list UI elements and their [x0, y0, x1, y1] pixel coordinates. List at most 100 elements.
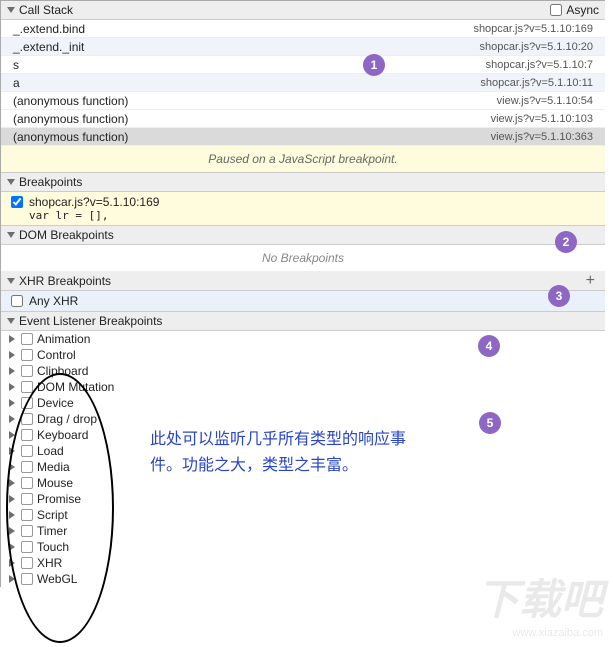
breakpoints-header[interactable]: Breakpoints	[1, 173, 605, 192]
event-category[interactable]: Drag / drop	[1, 411, 605, 427]
event-category-label: Media	[37, 460, 70, 474]
event-breakpoints-header[interactable]: Event Listener Breakpoints	[1, 312, 605, 331]
frame-function: _.extend._init	[13, 40, 480, 54]
event-category-checkbox[interactable]	[21, 397, 33, 409]
chevron-right-icon	[9, 543, 15, 551]
event-breakpoints-title: Event Listener Breakpoints	[19, 314, 599, 328]
event-category-label: Control	[37, 348, 76, 362]
event-category-label: XHR	[37, 556, 62, 570]
annotation-badge-2: 2	[555, 231, 577, 253]
event-category-checkbox[interactable]	[21, 349, 33, 361]
watermark-url: www.xiazaiba.com	[477, 627, 603, 639]
async-checkbox[interactable]	[550, 4, 562, 16]
frame-function: _.extend.bind	[13, 22, 473, 36]
callstack-header[interactable]: Call Stack Async	[1, 1, 605, 20]
chevron-right-icon	[9, 367, 15, 375]
callstack-frame[interactable]: _.extend._initshopcar.js?v=5.1.10:20	[1, 38, 605, 56]
chevron-down-icon	[7, 318, 15, 324]
event-category-checkbox[interactable]	[21, 541, 33, 553]
add-xhr-breakpoint-button[interactable]: +	[582, 272, 599, 290]
callstack-frame[interactable]: (anonymous function)view.js?v=5.1.10:54	[1, 92, 605, 110]
callstack-frame[interactable]: sshopcar.js?v=5.1.10:7	[1, 56, 605, 74]
annotation-badge-4: 4	[478, 335, 500, 357]
any-xhr-row[interactable]: Any XHR	[1, 291, 605, 312]
event-category-checkbox[interactable]	[21, 461, 33, 473]
event-category[interactable]: XHR	[1, 555, 605, 571]
event-category-checkbox[interactable]	[21, 413, 33, 425]
xhr-breakpoints-header[interactable]: XHR Breakpoints +	[1, 272, 605, 291]
event-category[interactable]: Clipboard	[1, 363, 605, 379]
callstack-frame[interactable]: (anonymous function)view.js?v=5.1.10:363	[1, 128, 605, 146]
event-category[interactable]: Control	[1, 347, 605, 363]
event-category-checkbox[interactable]	[21, 445, 33, 457]
frame-location: shopcar.js?v=5.1.10:7	[486, 59, 593, 71]
event-category-checkbox[interactable]	[21, 493, 33, 505]
callstack-frame[interactable]: _.extend.bindshopcar.js?v=5.1.10:169	[1, 20, 605, 38]
chevron-right-icon	[9, 335, 15, 343]
frame-function: s	[13, 58, 486, 72]
async-label: Async	[566, 3, 599, 17]
event-category-label: Timer	[37, 524, 67, 538]
frame-function: (anonymous function)	[13, 130, 491, 144]
chevron-down-icon	[7, 179, 15, 185]
event-category[interactable]: WebGL	[1, 571, 605, 587]
callstack-title: Call Stack	[19, 3, 546, 17]
event-category-label: Keyboard	[37, 428, 88, 442]
event-category-checkbox[interactable]	[21, 477, 33, 489]
chevron-down-icon	[7, 232, 15, 238]
event-category[interactable]: Timer	[1, 523, 605, 539]
callstack-frame[interactable]: ashopcar.js?v=5.1.10:11	[1, 74, 605, 92]
event-category-label: Touch	[37, 540, 69, 554]
event-category[interactable]: Script	[1, 507, 605, 523]
chevron-down-icon	[7, 278, 15, 284]
annotation-badge-5: 5	[479, 412, 501, 434]
event-category[interactable]: Touch	[1, 539, 605, 555]
chevron-down-icon	[7, 7, 15, 13]
breakpoint-checkbox[interactable]	[11, 196, 23, 208]
event-category-checkbox[interactable]	[21, 381, 33, 393]
event-category-checkbox[interactable]	[21, 333, 33, 345]
event-category-checkbox[interactable]	[21, 525, 33, 537]
chevron-right-icon	[9, 351, 15, 359]
callstack-frame[interactable]: (anonymous function)view.js?v=5.1.10:103	[1, 110, 605, 128]
chevron-right-icon	[9, 431, 15, 439]
chevron-right-icon	[9, 511, 15, 519]
event-category-checkbox[interactable]	[21, 573, 33, 585]
event-category-label: Device	[37, 396, 74, 410]
event-category-label: Promise	[37, 492, 81, 506]
chevron-right-icon	[9, 415, 15, 423]
dom-breakpoints-header[interactable]: DOM Breakpoints	[1, 226, 605, 245]
frame-location: shopcar.js?v=5.1.10:11	[480, 77, 593, 89]
frame-function: (anonymous function)	[13, 112, 491, 126]
event-category-checkbox[interactable]	[21, 429, 33, 441]
annotation-badge-3: 3	[548, 285, 570, 307]
event-category[interactable]: Animation	[1, 331, 605, 347]
event-category-checkbox[interactable]	[21, 509, 33, 521]
annotation-text: 此处可以监听几乎所有类型的响应事件。功能之大，类型之丰富。	[150, 427, 410, 478]
async-toggle[interactable]: Async	[550, 3, 599, 17]
any-xhr-checkbox[interactable]	[11, 295, 23, 307]
chevron-right-icon	[9, 383, 15, 391]
frame-location: view.js?v=5.1.10:103	[491, 113, 593, 125]
chevron-right-icon	[9, 495, 15, 503]
chevron-right-icon	[9, 447, 15, 455]
event-category[interactable]: Promise	[1, 491, 605, 507]
breakpoints-title: Breakpoints	[19, 175, 599, 189]
event-category[interactable]: DOM Mutation	[1, 379, 605, 395]
paused-message: Paused on a JavaScript breakpoint.	[1, 146, 605, 173]
event-category[interactable]: Device	[1, 395, 605, 411]
breakpoint-item[interactable]: shopcar.js?v=5.1.10:169 var lr = [],	[1, 192, 605, 226]
event-category-label: Clipboard	[37, 364, 88, 378]
chevron-right-icon	[9, 527, 15, 535]
breakpoint-label: shopcar.js?v=5.1.10:169	[29, 195, 159, 209]
event-category-label: Script	[37, 508, 68, 522]
frame-location: view.js?v=5.1.10:54	[497, 95, 593, 107]
chevron-right-icon	[9, 479, 15, 487]
breakpoint-code: var lr = [],	[11, 209, 595, 222]
chevron-right-icon	[9, 463, 15, 471]
event-category-checkbox[interactable]	[21, 557, 33, 569]
frame-function: (anonymous function)	[13, 94, 497, 108]
event-category-checkbox[interactable]	[21, 365, 33, 377]
event-category-label: Load	[37, 444, 64, 458]
dom-breakpoints-empty: No Breakpoints	[1, 245, 605, 272]
